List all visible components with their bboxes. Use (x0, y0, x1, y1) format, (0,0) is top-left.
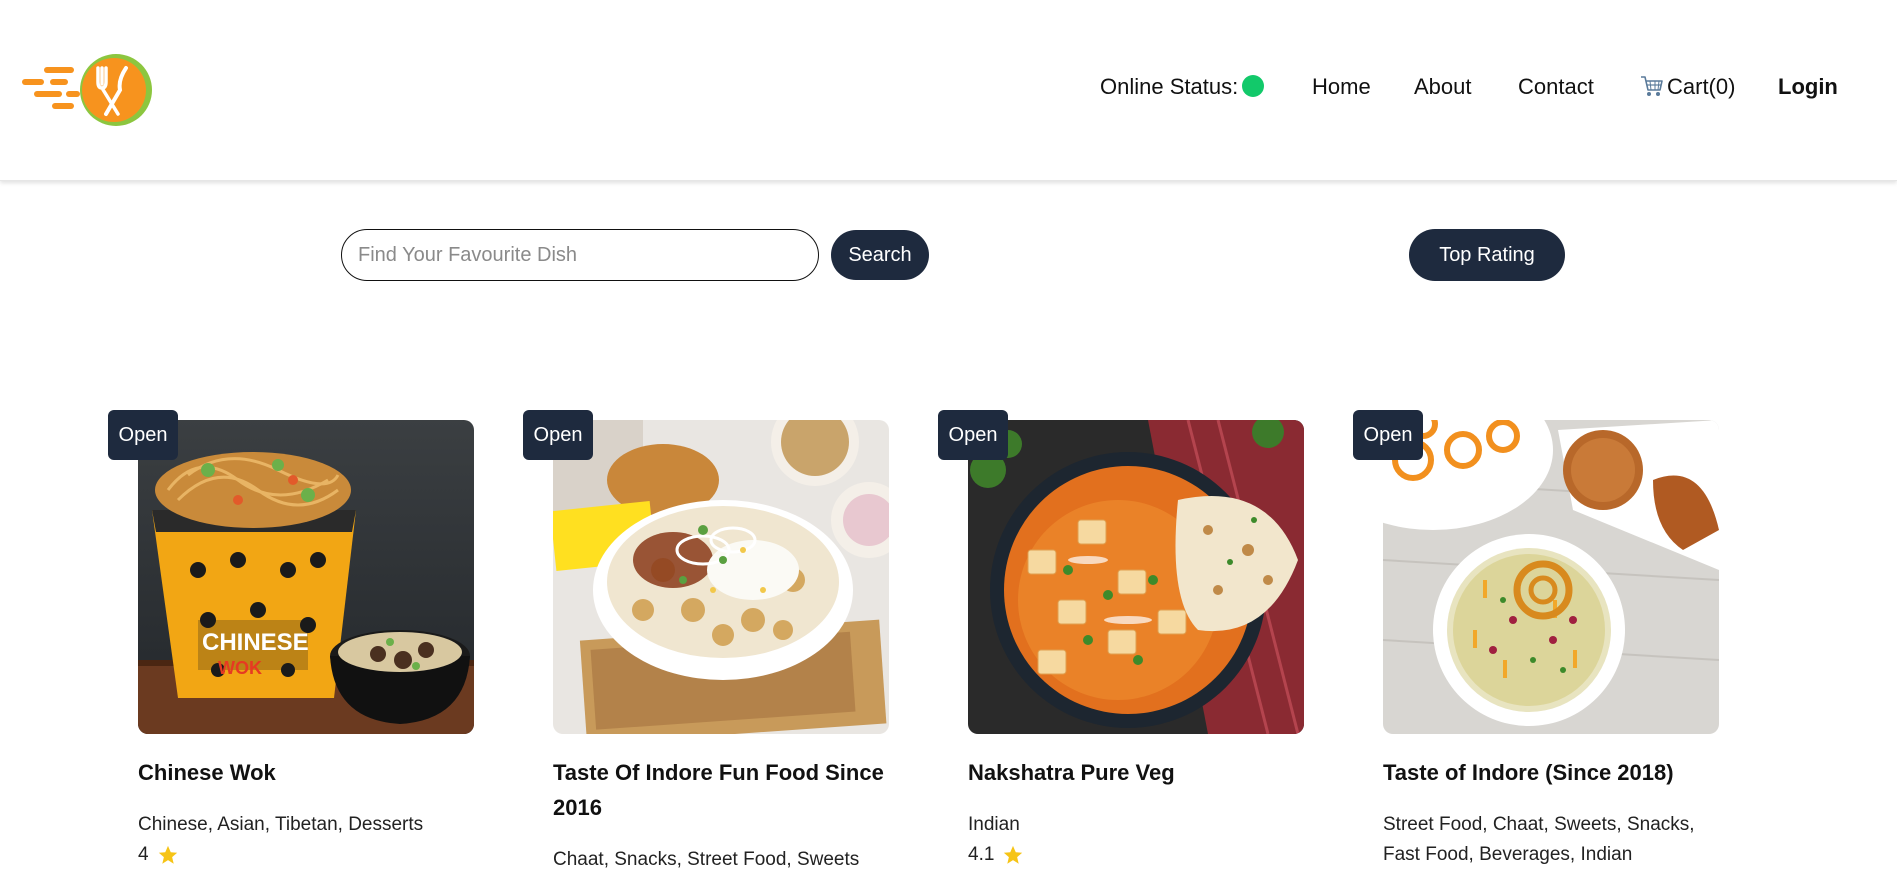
online-status-label: Online Status: (1100, 74, 1239, 99)
svg-text:CHINESE: CHINESE (202, 629, 309, 656)
login-button[interactable]: Login (1778, 74, 1838, 100)
nav-contact[interactable]: Contact (1518, 74, 1594, 100)
star-icon (1004, 845, 1023, 864)
restaurant-cuisines: Chinese, Asian, Tibetan, Desserts (138, 814, 424, 835)
star-icon (158, 845, 177, 864)
status-badge: Open (1353, 410, 1423, 460)
online-status: Online Status: (1100, 74, 1265, 100)
top-navbar: Online Status: Home About Contact Cart(0… (0, 0, 1897, 181)
restaurant-cuisines: Chaat, Snacks, Street Food, Sweets (553, 849, 860, 870)
restaurant-name: Taste Of Indore Fun Food Since 2016 (553, 760, 884, 820)
cart-icon (1641, 76, 1663, 97)
restaurant-name: Chinese Wok (138, 760, 276, 785)
top-rating-button[interactable]: Top Rating (1409, 229, 1565, 281)
restaurant-name: Taste of Indore (Since 2018) (1383, 760, 1674, 785)
nav-about[interactable]: About (1414, 74, 1472, 100)
search-input[interactable] (341, 229, 819, 281)
logo-icon[interactable] (22, 50, 154, 130)
status-badge: Open (938, 410, 1008, 460)
restaurant-rating: 4 (138, 840, 179, 870)
status-badge: Open (108, 410, 178, 460)
rating-value: 4 (138, 844, 149, 865)
restaurant-image: CHINESE WOK (138, 420, 474, 734)
restaurant-image (553, 420, 889, 734)
nav-cart[interactable]: Cart(0) (1640, 74, 1735, 100)
rating-value: 4.1 (968, 844, 995, 865)
online-status-dot-icon (1242, 75, 1265, 98)
restaurant-cuisines: Indian (968, 814, 1020, 835)
restaurant-image (968, 420, 1304, 734)
restaurant-image (1383, 420, 1719, 734)
status-badge: Open (523, 410, 593, 460)
cart-label: Cart(0) (1667, 74, 1736, 99)
nav-home[interactable]: Home (1312, 74, 1371, 100)
svg-text:WOK: WOK (218, 658, 262, 678)
restaurant-rating: 4.1 (968, 840, 1024, 870)
restaurant-cuisines: Street Food, Chaat, Sweets, Snacks, Fast… (1383, 814, 1695, 865)
search-button[interactable]: Search (831, 230, 929, 280)
restaurant-name: Nakshatra Pure Veg (968, 760, 1175, 785)
